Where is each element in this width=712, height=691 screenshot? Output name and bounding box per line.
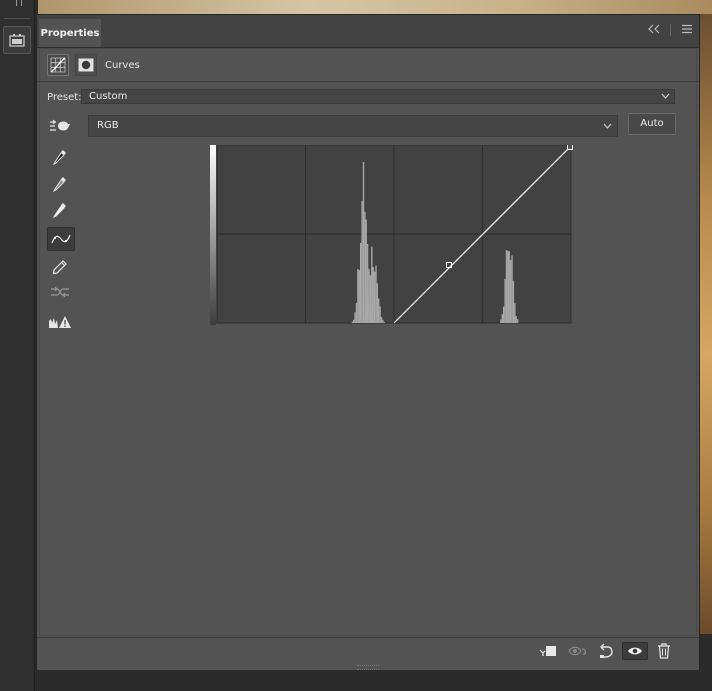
histogram-bar xyxy=(361,200,363,323)
pencil-curve-icon[interactable] xyxy=(47,255,73,279)
preset-dropdown[interactable]: Custom xyxy=(81,89,675,104)
properties-panel: Properties Curves Preset: Custom RGB Aut… xyxy=(36,14,700,671)
curves-adjustment-icon[interactable] xyxy=(47,54,69,76)
histogram-bar xyxy=(364,317,366,323)
black-point-eyedropper-icon[interactable] xyxy=(47,145,73,169)
histogram-bar xyxy=(364,211,366,323)
histogram-bar xyxy=(365,309,367,323)
histogram-bar xyxy=(366,294,369,323)
histogram-bar xyxy=(507,250,509,323)
histogram-bar xyxy=(362,319,365,323)
histogram-bar xyxy=(514,303,516,323)
histogram-bar xyxy=(358,270,360,323)
background-photo-right xyxy=(698,14,712,634)
adjustment-title: Curves xyxy=(105,59,140,71)
adjustment-header: Curves xyxy=(47,52,140,78)
view-previous-state-icon[interactable] xyxy=(567,642,589,660)
panel-footer xyxy=(37,637,699,663)
bottom-dock-area xyxy=(36,670,712,691)
panel-menu-icon[interactable] xyxy=(681,23,693,37)
histogram-bar xyxy=(504,278,506,323)
channel-dropdown[interactable]: RGB xyxy=(88,115,618,137)
chevron-down-icon xyxy=(603,116,612,136)
histogram-bar xyxy=(369,275,372,323)
histogram-bar xyxy=(353,319,355,323)
targeted-adjustment-icon[interactable] xyxy=(47,116,73,136)
histogram-bar xyxy=(379,306,381,323)
histogram-bar xyxy=(354,312,356,323)
histogram-bar xyxy=(503,306,505,323)
histogram-bar xyxy=(368,271,370,323)
histogram-bar xyxy=(511,255,513,323)
histogram-bar xyxy=(509,260,512,323)
histogram-bar xyxy=(508,251,510,323)
clip-to-layer-icon[interactable] xyxy=(537,642,559,660)
curves-graph[interactable] xyxy=(210,145,575,325)
header-separator xyxy=(37,81,699,82)
background-photo-top xyxy=(38,0,712,14)
histogram-bar xyxy=(357,269,359,323)
histogram-bar xyxy=(355,303,358,323)
histogram-bar xyxy=(516,319,519,323)
histogram-bar xyxy=(372,267,374,323)
curve-endpoint-white[interactable] xyxy=(567,145,573,150)
histogram-bar xyxy=(365,219,367,323)
histogram-bar xyxy=(382,319,384,323)
trash-icon[interactable] xyxy=(653,642,675,660)
reset-icon[interactable] xyxy=(595,642,617,660)
histogram-bar xyxy=(362,162,365,323)
histogram-bar xyxy=(383,322,385,323)
preset-label: Preset: xyxy=(47,92,82,103)
histogram-bar xyxy=(378,298,380,323)
chevron-down-icon xyxy=(661,90,670,103)
preset-value: Custom xyxy=(89,91,128,102)
layer-mask-icon[interactable] xyxy=(75,54,97,76)
histogram-bar xyxy=(505,250,508,323)
histogram-bar xyxy=(371,246,373,323)
histogram-bar xyxy=(351,321,354,323)
histogram-bar xyxy=(500,319,502,323)
properties-panel-icon[interactable] xyxy=(3,26,31,54)
smooth-curve-icon[interactable] xyxy=(47,280,73,304)
dock-grip[interactable] xyxy=(16,0,22,6)
collapse-panel-icon[interactable] xyxy=(648,23,660,37)
left-panel-dock xyxy=(0,0,35,691)
histogram-bar xyxy=(515,316,517,323)
point-curve-icon[interactable] xyxy=(47,227,75,251)
gray-point-eyedropper-icon[interactable] xyxy=(47,172,73,196)
histogram-bar xyxy=(380,317,383,323)
white-point-eyedropper-icon[interactable] xyxy=(47,198,73,222)
histogram-bar xyxy=(376,283,378,323)
histogram-bar xyxy=(501,314,503,323)
panel-divider xyxy=(670,24,671,36)
auto-button[interactable]: Auto xyxy=(628,113,676,135)
visibility-eye-icon[interactable] xyxy=(622,642,648,660)
histogram-bar xyxy=(361,322,363,323)
histogram-bar xyxy=(373,271,376,323)
histogram-bar xyxy=(375,265,377,323)
channel-value: RGB xyxy=(97,120,119,131)
histogram-bar xyxy=(360,243,362,323)
output-gradient-bar xyxy=(210,145,216,325)
histogram-bar xyxy=(512,280,515,323)
clipping-warning-icon[interactable] xyxy=(47,310,73,334)
dock-separator xyxy=(4,18,30,19)
tab-properties[interactable]: Properties xyxy=(39,19,101,47)
panel-tabbar: Properties xyxy=(37,15,699,48)
